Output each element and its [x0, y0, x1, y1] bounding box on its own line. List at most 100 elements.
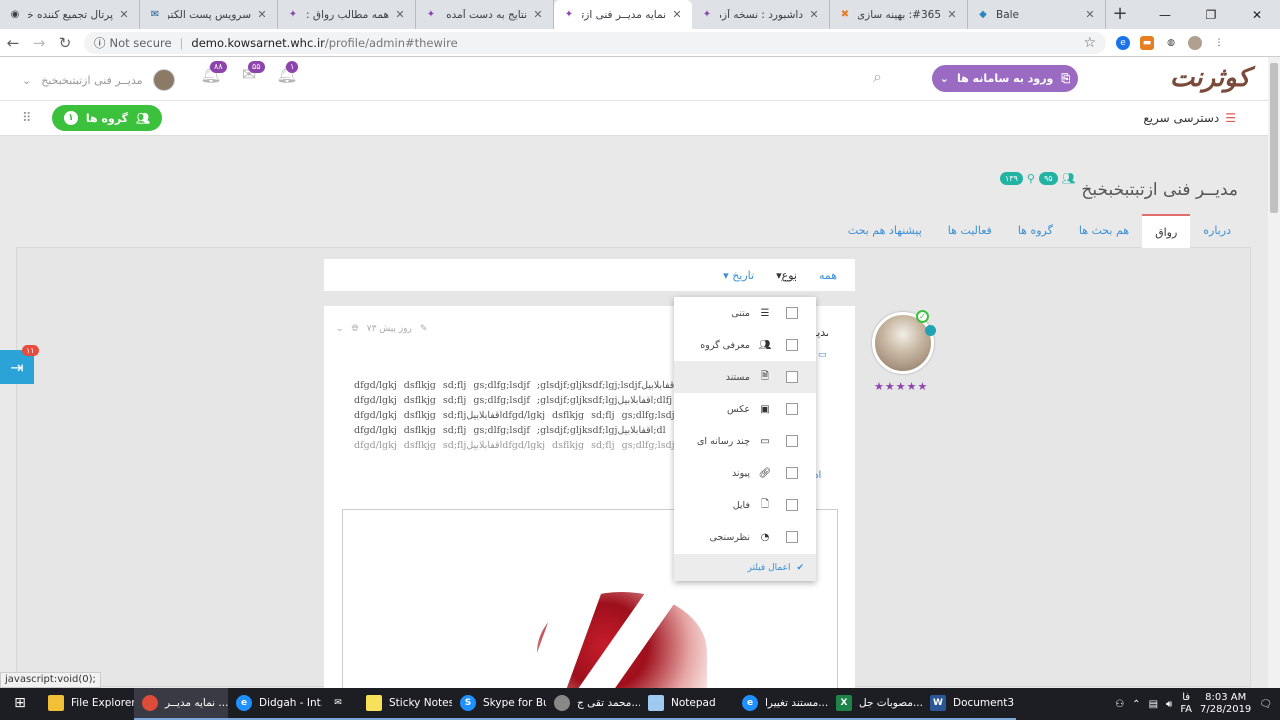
- extension-icon[interactable]: ◍: [1164, 36, 1178, 50]
- dropdown-item-document[interactable]: مستند 🗎︎: [674, 361, 816, 393]
- new-tab-button[interactable]: +: [1106, 0, 1134, 29]
- filter-date[interactable]: ▾ تاریخ: [723, 269, 754, 282]
- page-scrollbar[interactable]: [1268, 57, 1280, 688]
- close-window-icon[interactable]: ✕: [1234, 0, 1280, 29]
- taskbar-item[interactable]: X مصوبات جل...: [828, 688, 922, 720]
- dropdown-item-file[interactable]: فایل 🗋︎: [674, 489, 816, 521]
- dropdown-item-multimedia[interactable]: چند رسانه ای ▭: [674, 425, 816, 457]
- tab-close-icon[interactable]: ✕: [255, 8, 269, 21]
- alerts-bell[interactable]: 🔔︎ ۸۸: [200, 61, 227, 87]
- site-logo[interactable]: کوثرنت: [1170, 63, 1250, 93]
- followers-count[interactable]: ۹۵: [1038, 172, 1058, 185]
- menu-dots-icon[interactable]: ⋮: [1212, 36, 1226, 50]
- browser-tab-active[interactable]: ✦ نمایه مدیــر فنی ازتبـ ✕: [554, 0, 692, 29]
- tab-close-icon[interactable]: ✕: [393, 8, 407, 21]
- restore-icon[interactable]: ❐: [1188, 0, 1234, 29]
- browser-tab[interactable]: ◉ پرتال تجمیع کننده خد ✕: [0, 0, 140, 29]
- taskbar-item[interactable]: S Skype for Bu...: [452, 688, 546, 720]
- volume-icon[interactable]: 🔊︎: [1166, 699, 1172, 710]
- notification-center-icon[interactable]: 🗨︎: [1259, 699, 1272, 710]
- dropdown-item-image[interactable]: عکس ▣: [674, 393, 816, 425]
- bookmark-star-icon[interactable]: ☆: [1083, 35, 1096, 51]
- edit-icon[interactable]: ✎: [420, 324, 428, 334]
- edge-icon: e: [236, 695, 252, 711]
- tab-groups[interactable]: گروه ها: [1005, 214, 1066, 248]
- checkbox[interactable]: [786, 307, 798, 319]
- taskbar-item[interactable]: e Didgah - Int...: [228, 688, 322, 720]
- browser-tab[interactable]: ✦ داشبورد : نسخه آزمای ✕: [692, 0, 830, 29]
- apply-filter-button[interactable]: اعمال فیلتر ✔: [674, 554, 816, 581]
- tab-close-icon[interactable]: ✕: [531, 8, 545, 21]
- tab-close-icon[interactable]: ✕: [117, 8, 131, 21]
- dropdown-item-group[interactable]: معرفی گروه 👥︎: [674, 329, 816, 361]
- enter-system-button[interactable]: ⌄ ورود به سامانه ها ⎘: [932, 65, 1078, 92]
- tab-suggested-friends[interactable]: پیشنهاد هم بحث: [835, 214, 935, 248]
- clock[interactable]: 8:03 AM 7/28/2019: [1200, 692, 1251, 716]
- checkbox[interactable]: [786, 499, 798, 511]
- groups-button[interactable]: ۱ گروه ها 👥︎: [52, 105, 162, 131]
- chevron-down-icon[interactable]: ⌄: [336, 324, 344, 334]
- info-icon[interactable]: ⓘ: [94, 35, 106, 51]
- reload-icon[interactable]: ↻: [52, 34, 78, 52]
- extension-icon[interactable]: ▬: [1140, 35, 1154, 50]
- taskbar-item[interactable]: Notepad: [640, 688, 734, 720]
- checkbox[interactable]: [786, 339, 798, 351]
- chevron-up-icon[interactable]: ⌃: [1132, 699, 1140, 710]
- side-login-button[interactable]: ⇥ ۱۱: [0, 345, 39, 384]
- checkbox[interactable]: [786, 467, 798, 479]
- start-button[interactable]: ⊞: [0, 688, 40, 720]
- tab-friends[interactable]: هم بحث ها: [1066, 214, 1142, 248]
- search-icon[interactable]: ⌕: [873, 67, 882, 87]
- back-icon[interactable]: ←: [0, 34, 26, 52]
- tab-close-icon[interactable]: ✕: [1083, 8, 1097, 21]
- taskbar-item[interactable]: W Document3 ...: [922, 688, 1016, 720]
- filter-type[interactable]: ▾نوع: [776, 269, 797, 282]
- expand-icon[interactable]: ▭: [818, 350, 827, 360]
- browser-tab[interactable]: ◆ Bale ✕: [968, 0, 1106, 29]
- browser-tab[interactable]: ✉ سرویس پست الکترون ✕: [140, 0, 278, 29]
- notifications[interactable]: 🔔︎ ۱: [276, 61, 299, 87]
- grid-icon[interactable]: ⠿: [22, 111, 32, 126]
- dropdown-item-link[interactable]: پیوند 🔗︎: [674, 457, 816, 489]
- browser-tab[interactable]: ✖ #365: بهینه سازی نما ✕: [830, 0, 968, 29]
- users-icon: 👥︎: [136, 111, 151, 125]
- tab-close-icon[interactable]: ✕: [670, 8, 684, 21]
- filter-all[interactable]: همه: [819, 269, 837, 282]
- tab-about[interactable]: درباره: [1190, 214, 1244, 248]
- taskbar-item[interactable]: e مستند تغییرا...: [734, 688, 828, 720]
- browser-tab[interactable]: ✦ نتایج به دست آمده برا ✕: [416, 0, 554, 29]
- network-icon[interactable]: ▤: [1149, 699, 1158, 710]
- people-icon[interactable]: ⚇: [1115, 699, 1124, 710]
- tab-activities[interactable]: فعالیت ها: [935, 214, 1005, 248]
- checkbox[interactable]: [786, 531, 798, 543]
- taskbar-item[interactable]: File Explorer: [40, 688, 134, 720]
- taskbar-item[interactable]: محمد تقی ج...: [546, 688, 640, 720]
- taskbar-item[interactable]: ✉: [322, 688, 358, 720]
- quick-access[interactable]: دسترسی سریع ☰: [1143, 111, 1236, 125]
- dropdown-item-text[interactable]: متنی ☰: [674, 297, 816, 329]
- dropdown-item-poll[interactable]: نظرسنجی ◔: [674, 521, 816, 553]
- checkbox[interactable]: [786, 371, 798, 383]
- checkbox[interactable]: [786, 435, 798, 447]
- language-indicator[interactable]: فا FA: [1180, 692, 1192, 716]
- extension-icon[interactable]: e: [1116, 35, 1130, 50]
- tab-close-icon[interactable]: ✕: [945, 8, 959, 21]
- checkbox[interactable]: [786, 403, 798, 415]
- minimize-icon[interactable]: —: [1142, 0, 1188, 29]
- following-count[interactable]: ۱۳۹: [1000, 172, 1023, 185]
- messages[interactable]: ✉ ۵۵: [238, 61, 265, 87]
- taskbar-label: محمد تقی ج...: [577, 697, 640, 709]
- taskbar-item[interactable]: Sticky Notes: [358, 688, 452, 720]
- browser-tab[interactable]: ✦ همه مطالب رواق : نم ✕: [278, 0, 416, 29]
- profile-avatar-icon[interactable]: [1188, 35, 1202, 50]
- url-field[interactable]: ⓘ Not secure | demo.kowsarnet.whc.ir /pr…: [84, 31, 1106, 54]
- user-menu[interactable]: ⌄ مدیــر فنی ازتبتبخبخبخ: [22, 69, 175, 91]
- tab-thewire[interactable]: رواق: [1142, 214, 1191, 248]
- post-author[interactable]: مدیـ: [814, 326, 828, 339]
- taskbar-label: File Explorer: [71, 697, 134, 709]
- scrollbar-thumb[interactable]: [1270, 63, 1278, 213]
- profile-stats: ۱۳۹ ⚲ ۹۵ 👥︎: [1000, 172, 1076, 185]
- forward-icon[interactable]: →: [26, 34, 52, 52]
- taskbar-item[interactable]: نمایه مدیــر ...: [134, 688, 228, 720]
- tab-close-icon[interactable]: ✕: [807, 8, 821, 21]
